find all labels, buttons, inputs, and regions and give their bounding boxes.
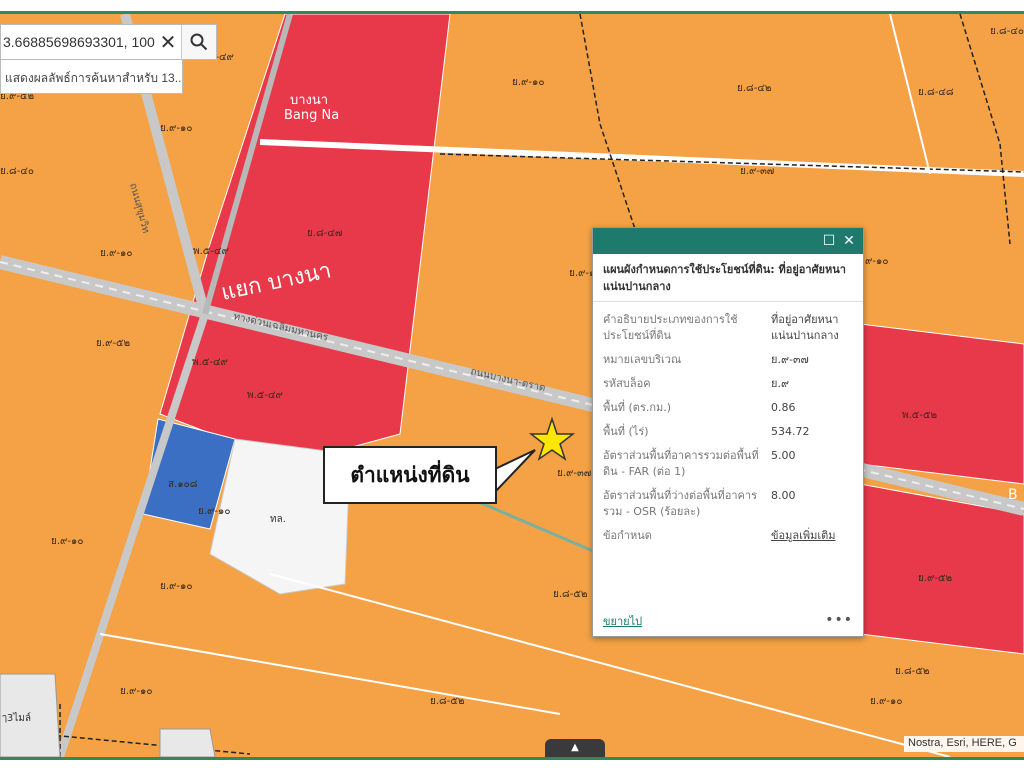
- zone-code-label: ย.๙-๑๐: [120, 686, 152, 697]
- popup-row-far: อัตราส่วนพื้นที่อาคารรวมต่อพื้นที่ดิน - …: [603, 448, 853, 480]
- zone-code-label: ย.๙-๓๗: [740, 166, 774, 177]
- popup-row-osr: อัตราส่วนพื้นที่ว่างต่อพื้นที่อาคารรวม -…: [603, 488, 853, 520]
- popup-title: แผนผังกำหนดการใช้ประโยชน์ที่ดิน: ที่อยู่…: [593, 254, 863, 302]
- zone-code-label: ย.๙-๑๐: [198, 506, 230, 517]
- place-label-bangna-th: บางนา: [290, 93, 328, 108]
- place-label-partial: B: [1008, 487, 1018, 503]
- zone-code-label: พ.๕-๕๒: [902, 410, 937, 421]
- popup-row-area-sqkm: พื้นที่ (ตร.กม.) 0.86: [603, 400, 853, 416]
- more-menu-icon[interactable]: •••: [825, 612, 853, 630]
- map-attribution: Nostra, Esri, HERE, G: [904, 736, 1024, 752]
- popup-row-description: คำอธิบายประเภทของการใช้ประโยชน์ที่ดิน ที…: [603, 312, 853, 344]
- zone-code-label: ย.๘-๔๐: [990, 26, 1024, 37]
- search-box: ✕: [0, 24, 217, 60]
- zone-code-label: ย.๘-๕๒: [553, 589, 588, 600]
- popup-value: ที่อยู่อาศัยหนาแน่นปานกลาง: [771, 313, 839, 342]
- popup-row-area-number: หมายเลขบริเวณ ย.๙-๓๗: [603, 352, 853, 368]
- place-label-bangna-en: Bang Na: [284, 108, 339, 123]
- popup-row-area-rai: พื้นที่ (ไร่) 534.72: [603, 424, 853, 440]
- zone-code-label: พ.๕-๔๙: [192, 357, 228, 368]
- zone-code-label: ย.๘-๔๘: [918, 87, 954, 98]
- zone-code-label: ย.๘-๔๒: [737, 83, 772, 94]
- popup-key: คำอธิบายประเภทของการใช้ประโยชน์ที่ดิน: [603, 313, 738, 342]
- zone-code-label: พ.๕-๔๙: [247, 390, 283, 401]
- callout-text: ตำแหน่งที่ดิน: [350, 462, 470, 487]
- restore-icon[interactable]: ☐: [819, 233, 839, 249]
- zone-code-label: ย.๘-๕๒: [895, 666, 930, 677]
- zone-code-label: ย.๙-๑๐: [160, 581, 192, 592]
- lot-label: ทล.: [270, 514, 286, 525]
- popup-footer: ขยายไป •••: [603, 612, 853, 630]
- search-icon[interactable]: [181, 25, 216, 59]
- popup-attribute-table: คำอธิบายประเภทของการใช้ประโยชน์ที่ดิน ที…: [593, 312, 863, 544]
- land-location-callout: ตำแหน่งที่ดิน: [323, 446, 497, 504]
- popup-row-block-code: รหัสบล็อค ย.๙: [603, 376, 853, 392]
- search-suggestion[interactable]: แสดงผลลัพธ์การค้นหาสำหรับ 13....: [0, 60, 183, 94]
- zone-code-label: ส.๑๐๘: [168, 479, 198, 490]
- popup-value: ย.๙-๓๗: [771, 353, 809, 366]
- popup-key: พื้นที่ (ตร.กม.): [603, 401, 672, 414]
- zone-code-label: ย.๙-๕๒: [96, 338, 130, 349]
- zone-code-label: ย.๙-๑๐: [870, 696, 902, 707]
- popup-value: ย.๙: [771, 377, 789, 390]
- feature-popup: ☐ ✕ แผนผังกำหนดการใช้ประโยชน์ที่ดิน: ที่…: [592, 227, 864, 637]
- popup-value: 8.00: [771, 489, 796, 502]
- place-label-partial-left: ๅ3ไมล์: [2, 712, 31, 724]
- popup-key: พื้นที่ (ไร่): [603, 425, 649, 438]
- search-input[interactable]: [1, 27, 155, 57]
- zone-code-label: ย.๙-๓๗: [557, 468, 591, 479]
- popup-key: อัตราส่วนพื้นที่อาคารรวมต่อพื้นที่ดิน - …: [603, 449, 759, 478]
- popup-value: 0.86: [771, 401, 796, 414]
- zone-code-label: ย.๘-๔๐: [0, 166, 34, 177]
- close-icon[interactable]: ✕: [155, 27, 181, 57]
- zone-code-label: ย.๘-๔๗: [307, 228, 342, 239]
- zoom-to-link[interactable]: ขยายไป: [603, 612, 642, 630]
- zone-code-label: ย.๙-๑๐: [100, 248, 132, 259]
- zone-code-label: ย.๙-๑๐: [512, 77, 544, 88]
- chevron-up-icon[interactable]: ▲: [545, 739, 605, 757]
- popup-row-regulation: ข้อกำหนด ข้อมูลเพิ่มเติม: [603, 528, 853, 544]
- close-icon[interactable]: ✕: [839, 233, 859, 249]
- map-bottom-border: [0, 757, 1024, 768]
- popup-key: หมายเลขบริเวณ: [603, 353, 682, 366]
- map-top-border: [0, 0, 1024, 14]
- popup-value: 534.72: [771, 425, 810, 438]
- zone-code-label: พ.๕-๔๙: [193, 246, 229, 257]
- popup-key: อัตราส่วนพื้นที่ว่างต่อพื้นที่อาคารรวม -…: [603, 489, 757, 518]
- zone-code-label: ย.๘-๕๒: [430, 696, 465, 707]
- popup-value: 5.00: [771, 449, 796, 462]
- popup-key: ข้อกำหนด: [603, 529, 652, 542]
- zone-code-label: ย.๙-๑๐: [51, 536, 83, 547]
- zone-code-label: ย.๙-๑๐: [160, 123, 192, 134]
- map-canvas[interactable]: บางนา Bang Na แยก บางนา B ทล. ๅ3ไมล์ ทาง…: [0, 14, 1024, 757]
- popup-key: รหัสบล็อค: [603, 377, 651, 390]
- zone-commercial-east-upper: [859, 323, 1024, 485]
- more-info-link[interactable]: ข้อมูลเพิ่มเติม: [771, 528, 851, 544]
- popup-header: ☐ ✕: [593, 228, 863, 254]
- zone-code-label: ย.๙-๕๒: [918, 573, 952, 584]
